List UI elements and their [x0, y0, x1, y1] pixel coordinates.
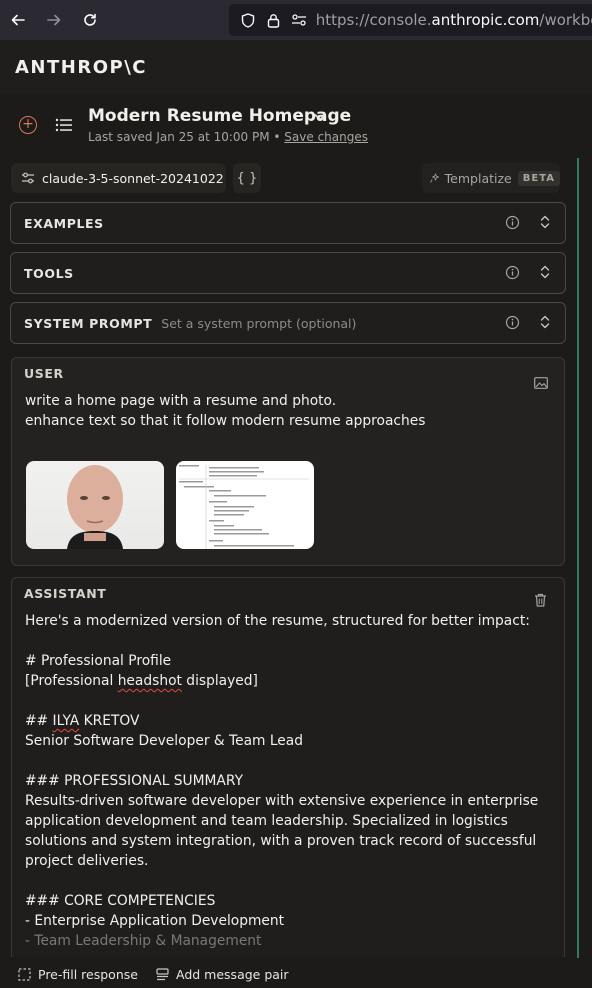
- settings-sliders-icon: [22, 172, 34, 184]
- resume-document-thumbnail[interactable]: [176, 461, 314, 549]
- info-icon[interactable]: [505, 265, 520, 284]
- beta-badge: BETA: [517, 170, 560, 186]
- assistant-text-line: [Professional headshot displayed]: [25, 673, 258, 689]
- user-text-line[interactable]: write a home page with a resume and phot…: [25, 391, 336, 411]
- message-footer: Pre-fill response Add message pair: [0, 958, 592, 988]
- expand-collapse-icon[interactable]: [538, 314, 552, 334]
- variables-button[interactable]: { }: [233, 163, 261, 193]
- expand-collapse-icon[interactable]: [538, 214, 552, 234]
- examples-section[interactable]: EXAMPLES: [10, 202, 566, 244]
- last-saved-status: Last saved Jan 25 at 10:00 PM • Save cha…: [88, 130, 368, 144]
- user-text-line[interactable]: enhance text so that it follow modern re…: [25, 411, 425, 431]
- assistant-text-line: ### CORE COMPETENCIES: [25, 893, 216, 909]
- info-icon[interactable]: [505, 315, 520, 334]
- chevron-down-icon[interactable]: [313, 109, 327, 128]
- model-name: claude-3-5-sonnet-20241022: [42, 170, 224, 186]
- trash-icon[interactable]: [534, 592, 547, 611]
- tools-section[interactable]: TOOLS: [10, 252, 566, 294]
- panel-divider[interactable]: [577, 158, 579, 988]
- assistant-label: ASSISTANT: [24, 586, 107, 601]
- user-label: USER: [24, 366, 64, 381]
- model-selector[interactable]: claude-3-5-sonnet-20241022: [11, 163, 226, 193]
- prefill-label: Pre-fill response: [38, 967, 138, 982]
- assistant-text-line: solutions and system integration, with a…: [25, 833, 537, 849]
- dashed-box-icon: [18, 968, 31, 981]
- prompt-title[interactable]: Modern Resume Homepage: [88, 106, 351, 126]
- assistant-text-line: ## ILYA KRETOV: [25, 713, 140, 729]
- spellcheck-word[interactable]: ILYA: [53, 713, 80, 729]
- prefill-response-button[interactable]: Pre-fill response: [18, 967, 138, 982]
- last-saved-text: Last saved Jan 25 at 10:00 PM •: [88, 130, 285, 144]
- system-prompt-label: SYSTEM PROMPT: [24, 315, 153, 331]
- assistant-text-line: Results-driven software developer with e…: [25, 793, 539, 809]
- examples-label: EXAMPLES: [24, 215, 104, 231]
- back-icon[interactable]: [0, 0, 36, 40]
- headshot-photo-thumbnail[interactable]: [26, 461, 164, 549]
- save-changes-link[interactable]: Save changes: [284, 130, 368, 144]
- shield-icon[interactable]: [235, 12, 261, 28]
- reload-icon[interactable]: [72, 0, 108, 40]
- info-icon[interactable]: [505, 215, 520, 234]
- lock-icon[interactable]: [261, 13, 287, 28]
- templatize-button[interactable]: Templatize BETA: [422, 163, 560, 193]
- assistant-text-line: Here's a modernized version of the resum…: [25, 613, 530, 629]
- assistant-text-line: - Enterprise Application Development: [25, 913, 285, 929]
- add-pair-label: Add message pair: [176, 967, 289, 982]
- prompt-list-icon[interactable]: [54, 115, 74, 135]
- url-text: https://console.anthropic.com/workben: [315, 11, 592, 29]
- system-prompt-section[interactable]: SYSTEM PROMPT Set a system prompt (optio…: [10, 302, 566, 344]
- user-message[interactable]: USER write a home page with a resume and…: [11, 357, 565, 566]
- app-header: ANTHROP\C: [0, 40, 592, 94]
- templatize-label: Templatize: [444, 170, 512, 186]
- permissions-icon[interactable]: [286, 13, 312, 27]
- prompt-title-bar: + Modern Resume Homepage Last saved Jan …: [0, 94, 592, 158]
- address-bar[interactable]: https://console.anthropic.com/workben: [229, 4, 592, 36]
- assistant-message[interactable]: ASSISTANT Here's a modernized version of…: [11, 577, 565, 957]
- add-message-pair-button[interactable]: Add message pair: [156, 967, 289, 982]
- assistant-text-line: - Team Leadership & Management: [25, 933, 262, 949]
- new-prompt-icon[interactable]: +: [19, 116, 37, 134]
- assistant-text-line: ### PROFESSIONAL SUMMARY: [25, 773, 243, 789]
- anthropic-logo[interactable]: ANTHROP\C: [15, 57, 147, 78]
- spellcheck-word[interactable]: headshot: [118, 673, 182, 689]
- assistant-text-line: Senior Software Developer & Team Lead: [25, 733, 304, 749]
- browser-toolbar: https://console.anthropic.com/workben: [0, 0, 592, 40]
- assistant-text-line: application development and team leaders…: [25, 813, 508, 829]
- message-pair-icon: [156, 968, 169, 981]
- add-image-icon[interactable]: [534, 374, 548, 393]
- sparkle-icon: [430, 173, 440, 183]
- tools-label: TOOLS: [24, 265, 74, 281]
- forward-icon[interactable]: [36, 0, 72, 40]
- assistant-text[interactable]: Here's a modernized version of the resum…: [25, 611, 555, 951]
- assistant-text-line: # Professional Profile: [25, 653, 172, 669]
- system-prompt-placeholder[interactable]: Set a system prompt (optional): [161, 316, 356, 331]
- expand-collapse-icon[interactable]: [538, 264, 552, 284]
- assistant-text-line: project deliveries.: [25, 853, 149, 869]
